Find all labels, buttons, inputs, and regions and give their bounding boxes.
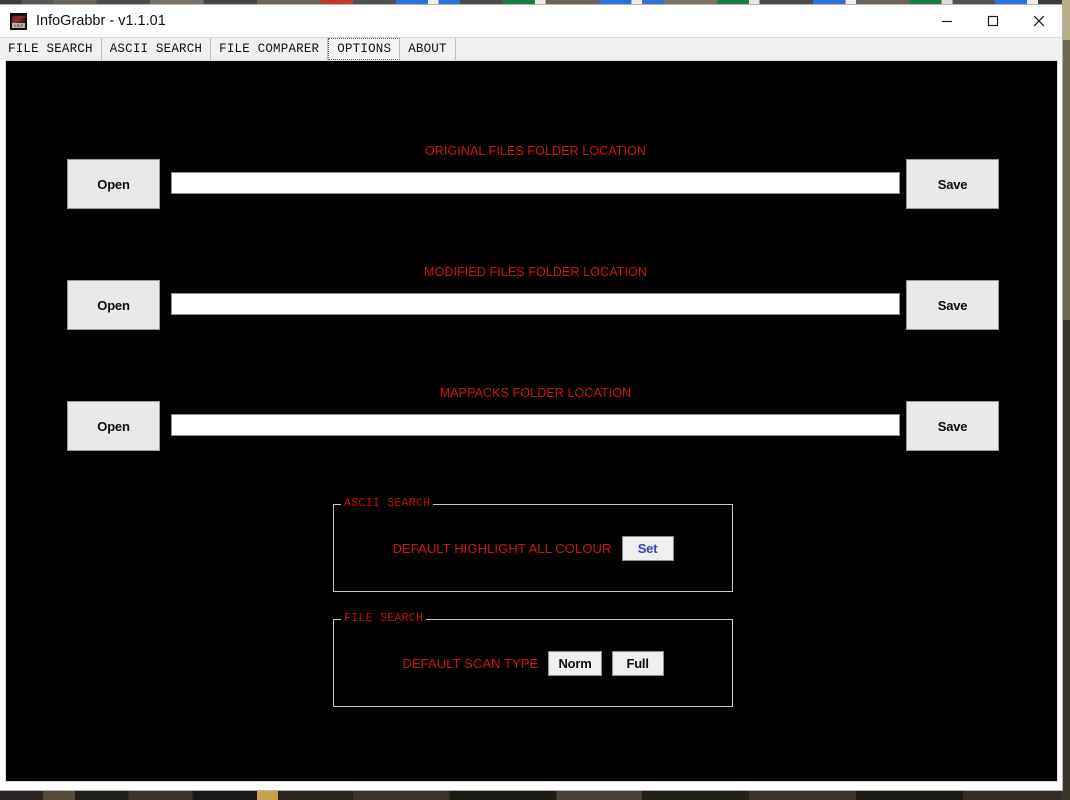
open-original-files-button[interactable]: Open	[67, 159, 160, 209]
modified-files-path-input[interactable]	[171, 293, 900, 315]
maximize-icon	[987, 15, 999, 27]
open-mappacks-button[interactable]: Open	[67, 401, 160, 451]
modified-files-label: MODIFIED FILES FOLDER LOCATION	[424, 265, 647, 279]
open-original-files-label: Open	[97, 176, 130, 192]
default-scan-type-label: DEFAULT SCAN TYPE	[402, 655, 539, 671]
original-files-path-input[interactable]	[171, 172, 900, 194]
tab-file-comparer-label: FILE COMPARER	[219, 42, 320, 56]
default-highlight-colour-label: DEFAULT HIGHLIGHT ALL COLOUR	[392, 540, 612, 556]
app-logo-shape	[11, 15, 26, 23]
scan-type-norm-button[interactable]: Norm	[548, 650, 602, 676]
open-modified-files-button[interactable]: Open	[67, 280, 160, 330]
ascii-search-groupbox: ASCII SEARCH DEFAULT HIGHLIGHT ALL COLOU…	[333, 497, 733, 592]
modified-files-row: Open MODIFIED FILES FOLDER LOCATION Save	[6, 265, 1057, 336]
app-logo-icon: V.B.F	[10, 12, 27, 30]
tab-about[interactable]: ABOUT	[400, 38, 456, 60]
mappacks-row: Open MAPPACKS FOLDER LOCATION Save	[6, 386, 1057, 457]
app-logo-caption: V.B.F	[12, 22, 25, 28]
title-bar[interactable]: V.B.F InfoGrabbr - v1.1.01	[0, 5, 1062, 37]
tab-ascii-search[interactable]: ASCII SEARCH	[101, 38, 212, 60]
window-title: InfoGrabbr - v1.1.01	[36, 13, 166, 29]
file-search-groupbox: FILE SEARCH DEFAULT SCAN TYPE Norm Full	[333, 612, 733, 707]
original-files-label: ORIGINAL FILES FOLDER LOCATION	[424, 144, 647, 158]
file-search-content: DEFAULT SCAN TYPE Norm Full	[334, 620, 732, 706]
original-files-row: Open ORIGINAL FILES FOLDER LOCATION Save	[6, 144, 1057, 215]
save-mappacks-button[interactable]: Save	[906, 401, 999, 451]
tab-options-label: OPTIONS	[337, 42, 392, 56]
close-icon	[1033, 15, 1045, 27]
minimize-button[interactable]	[924, 5, 970, 37]
open-modified-files-label: Open	[97, 297, 130, 313]
mappacks-path-input[interactable]	[171, 414, 900, 436]
save-original-files-button[interactable]: Save	[906, 159, 999, 209]
scan-type-full-button[interactable]: Full	[611, 650, 664, 676]
minimize-icon	[942, 20, 952, 23]
background-strip-right	[1062, 0, 1070, 800]
tab-about-label: ABOUT	[408, 42, 447, 56]
mappacks-label: MAPPACKS FOLDER LOCATION	[439, 386, 632, 400]
save-modified-files-label: Save	[937, 297, 968, 313]
scan-type-full-label: Full	[626, 655, 649, 671]
close-button[interactable]	[1016, 5, 1062, 37]
tab-options[interactable]: OPTIONS	[328, 38, 401, 60]
window-controls	[924, 5, 1062, 37]
open-mappacks-label: Open	[97, 418, 130, 434]
save-mappacks-label: Save	[937, 418, 968, 434]
tab-ascii-search-label: ASCII SEARCH	[109, 42, 203, 56]
options-panel: Open ORIGINAL FILES FOLDER LOCATION Save…	[5, 60, 1058, 782]
ascii-search-content: DEFAULT HIGHLIGHT ALL COLOUR Set	[334, 505, 732, 591]
maximize-button[interactable]	[970, 5, 1016, 37]
save-modified-files-button[interactable]: Save	[906, 280, 999, 330]
set-highlight-colour-button[interactable]: Set	[621, 535, 674, 561]
save-original-files-label: Save	[937, 176, 968, 192]
tab-file-search-label: FILE SEARCH	[8, 42, 93, 56]
tab-file-comparer[interactable]: FILE COMPARER	[211, 38, 329, 60]
tab-file-search[interactable]: FILE SEARCH	[0, 38, 102, 60]
menu-tab-bar: FILE SEARCH ASCII SEARCH FILE COMPARER O…	[0, 37, 1062, 60]
set-highlight-colour-label: Set	[637, 540, 658, 556]
scan-type-norm-label: Norm	[558, 655, 592, 671]
